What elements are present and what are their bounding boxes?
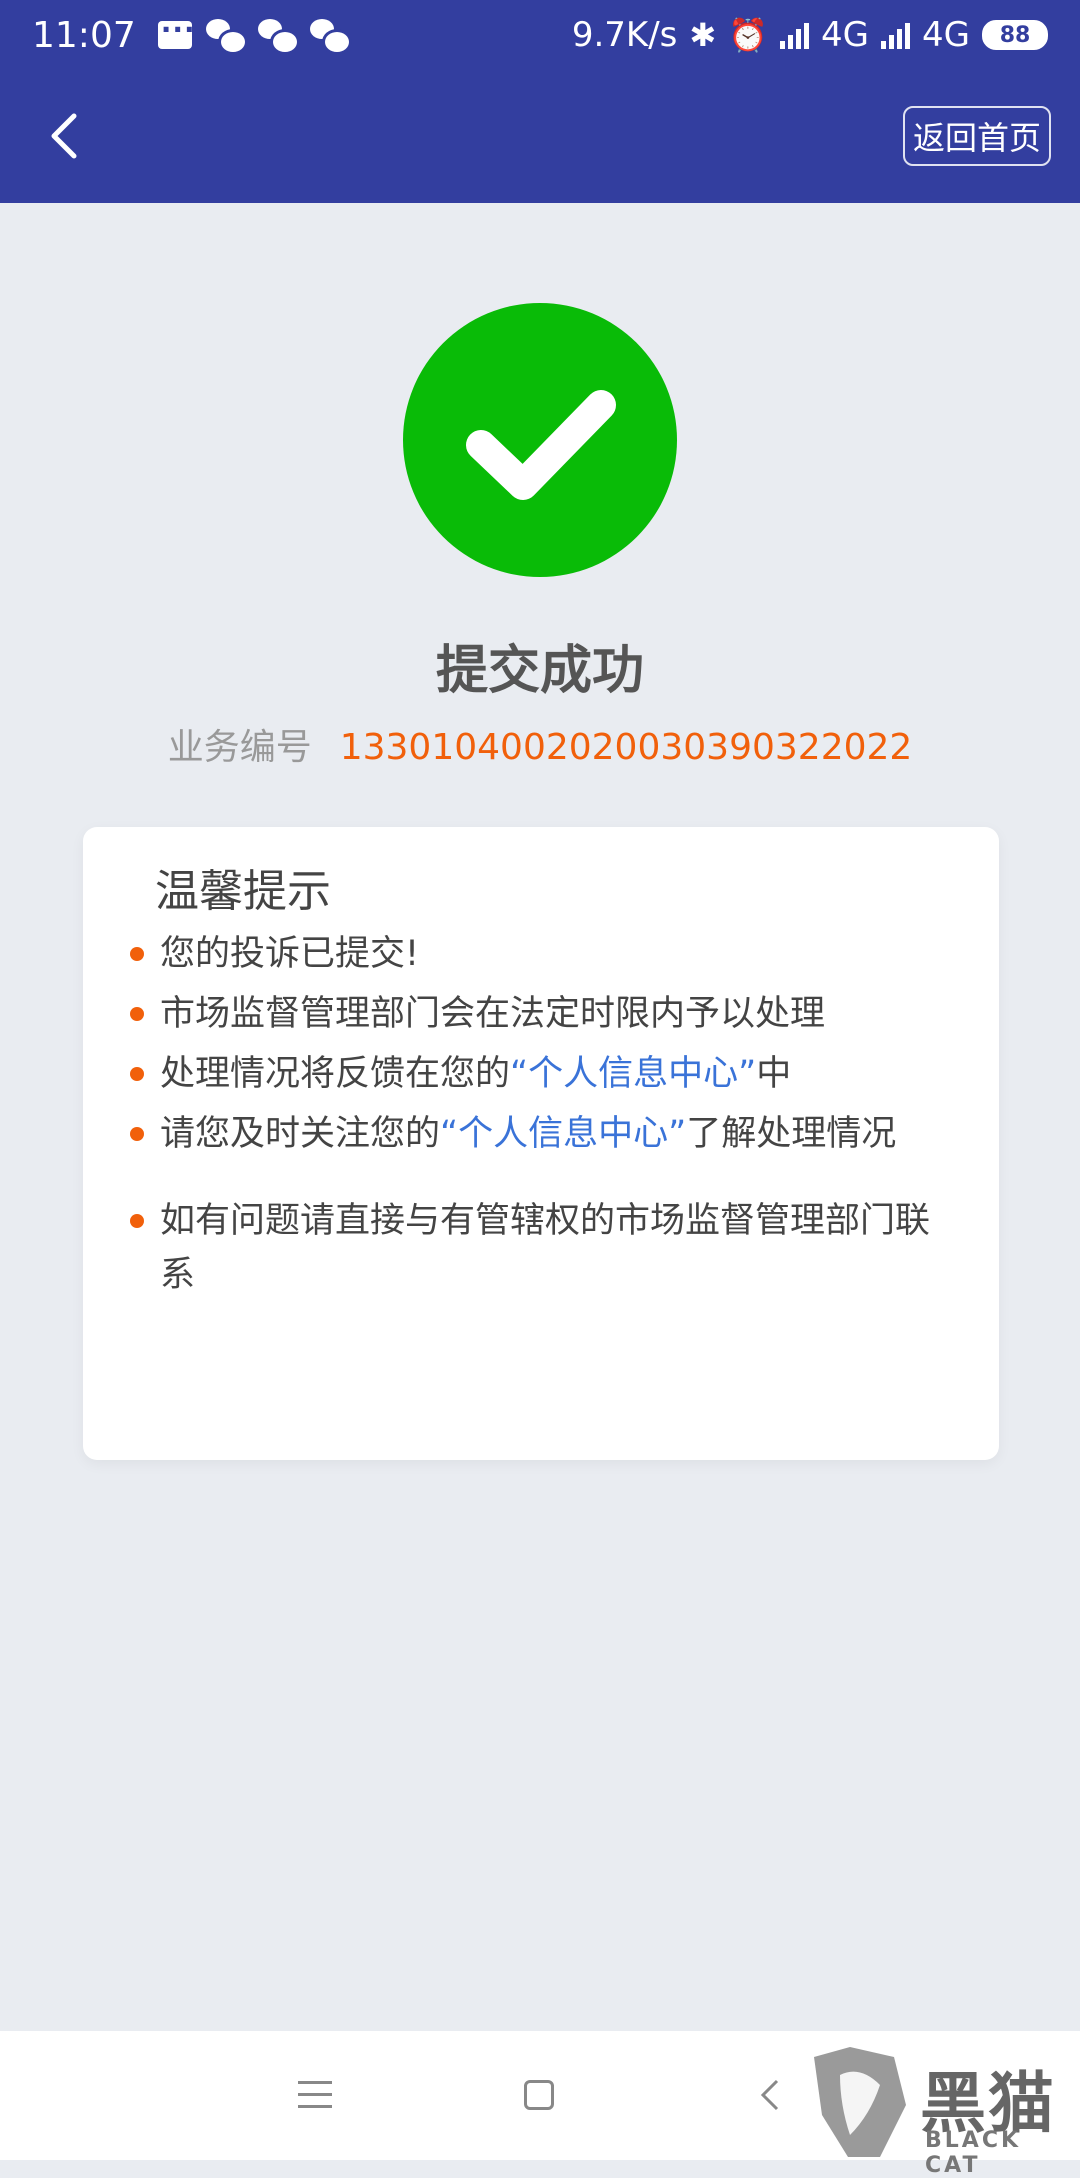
battery-icon: 88 bbox=[982, 20, 1048, 50]
tips-card: 温馨提示 您的投诉已提交! 市场监督管理部门会在法定时限内予以处理 处理情况将反… bbox=[83, 827, 999, 1460]
net-speed: 9.7K/s bbox=[571, 15, 678, 55]
back-arrow-icon[interactable] bbox=[38, 106, 98, 166]
message-icon bbox=[157, 13, 196, 49]
watermark-subtext: BLACK CAT bbox=[925, 2128, 1022, 2178]
bullet-dot bbox=[130, 1127, 144, 1141]
tip-item: 如有问题请直接与有管辖权的市场监督管理部门联系 bbox=[130, 1194, 940, 1302]
wechat-icon bbox=[205, 19, 248, 55]
tip-item: 市场监督管理部门会在法定时限内予以处理 bbox=[130, 987, 940, 1041]
success-check-icon bbox=[403, 303, 677, 577]
tip-item: 您的投诉已提交! bbox=[130, 927, 940, 981]
network-type: 4G bbox=[922, 15, 970, 55]
business-number-value: 1330104002020030390322022 bbox=[339, 727, 913, 768]
signal-icon bbox=[881, 21, 911, 49]
alarm-icon: ⏰ bbox=[728, 16, 769, 54]
wechat-icon bbox=[257, 19, 300, 55]
back-icon[interactable] bbox=[755, 2077, 785, 2113]
signal-icon bbox=[780, 21, 810, 49]
business-number-label: 业务编号 bbox=[167, 727, 312, 768]
status-time: 11:07 bbox=[32, 14, 136, 56]
tips-title: 温馨提示 bbox=[155, 866, 331, 917]
bullet-dot bbox=[130, 1007, 144, 1021]
personal-info-center-link[interactable]: “个人信息中心” bbox=[440, 1114, 686, 1154]
bluetooth-icon: ✱ bbox=[689, 16, 717, 54]
home-icon[interactable] bbox=[524, 2080, 554, 2110]
wechat-icon bbox=[309, 19, 352, 55]
bullet-dot bbox=[130, 947, 144, 961]
network-type: 4G bbox=[821, 15, 870, 55]
nav-bar: 返回首页 bbox=[0, 70, 1080, 203]
tip-item: 请您及时关注您的“个人信息中心”了解处理情况 bbox=[130, 1107, 940, 1161]
business-number-row: 业务编号 1330104002020030390322022 bbox=[0, 718, 1080, 770]
app-header: 11:07 9.7K/s ✱ ⏰ 4G 4G 88 返回首页 bbox=[0, 0, 1080, 203]
tip-item: 处理情况将反馈在您的“个人信息中心”中 bbox=[130, 1047, 940, 1101]
personal-info-center-link[interactable]: “个人信息中心” bbox=[510, 1054, 756, 1094]
bullet-dot bbox=[130, 1067, 144, 1081]
menu-icon[interactable] bbox=[298, 2081, 332, 2109]
status-bar: 11:07 9.7K/s ✱ ⏰ 4G 4G 88 bbox=[0, 0, 1080, 70]
return-home-button[interactable]: 返回首页 bbox=[903, 106, 1051, 166]
success-title: 提交成功 bbox=[435, 641, 644, 701]
bullet-dot bbox=[130, 1214, 144, 1228]
